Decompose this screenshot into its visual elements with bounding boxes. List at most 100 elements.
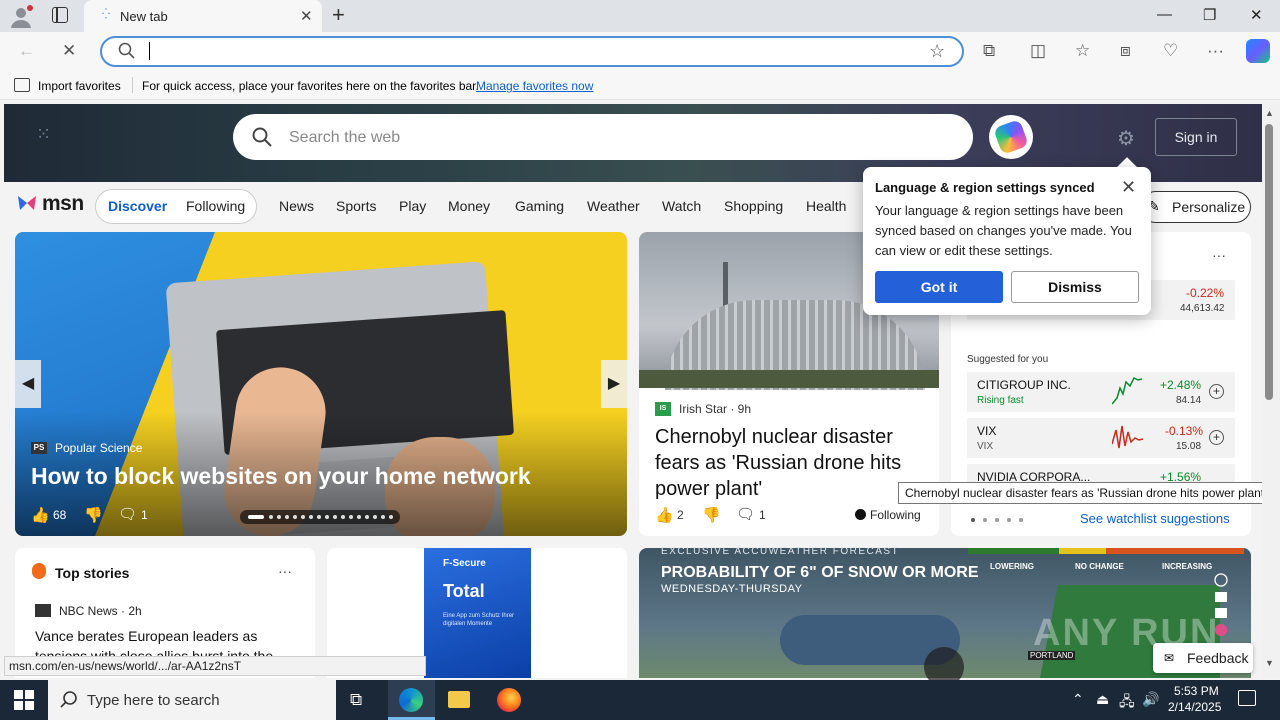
tab-actions-icon[interactable] <box>52 7 68 23</box>
task-view-icon[interactable]: ⧉ <box>350 690 362 710</box>
featured-source[interactable]: Popular Science <box>55 441 142 455</box>
watchlist-page-dot[interactable] <box>1007 518 1011 522</box>
carousel-dot-active[interactable] <box>248 515 264 519</box>
file-explorer-icon[interactable] <box>448 691 470 708</box>
favorites-icon[interactable]: ☆ <box>1075 41 1090 61</box>
status-url: msn.com/en-us/news/world/.../ar-AA1z2nsT <box>4 656 426 676</box>
extensions-icon[interactable]: ⧉ <box>983 41 995 61</box>
comment-icon[interactable]: 🗨 <box>118 505 137 523</box>
see-watchlist-suggestions-link[interactable]: See watchlist suggestions <box>1080 511 1230 526</box>
carousel-dot[interactable] <box>285 515 289 519</box>
carousel-dot[interactable] <box>293 515 297 519</box>
news-source[interactable]: Irish Star · 9h <box>679 402 751 416</box>
watchlist-page-dot[interactable] <box>995 518 999 522</box>
top-story-source[interactable]: NBC News · 2h <box>59 604 142 618</box>
msn-logo[interactable]: msn <box>42 192 84 216</box>
browser-essentials-icon[interactable]: ♡ <box>1163 41 1178 61</box>
import-favorites-button[interactable]: Import favorites <box>38 79 121 93</box>
favorite-star-icon[interactable]: ☆ <box>929 41 945 62</box>
nav-sports[interactable]: Sports <box>336 198 376 214</box>
carousel-next-button[interactable]: ▶ <box>601 360 627 408</box>
firefox-icon[interactable] <box>497 688 521 712</box>
carousel-dot[interactable] <box>341 515 345 519</box>
edge-icon <box>399 688 423 712</box>
got-it-button[interactable]: Got it <box>875 271 1003 303</box>
tray-chevron-icon[interactable]: ⌃ <box>1072 691 1084 708</box>
watchlist-page-dot[interactable] <box>983 518 987 522</box>
carousel-dot[interactable] <box>373 515 377 519</box>
carousel-dot[interactable] <box>349 515 353 519</box>
carousel-dot[interactable] <box>269 515 273 519</box>
notification-icon[interactable] <box>1238 690 1256 706</box>
scroll-up-icon[interactable]: ▲ <box>1265 108 1274 118</box>
carousel-prev-button[interactable]: ◀ <box>15 360 41 408</box>
split-screen-icon[interactable]: ◫ <box>1030 41 1046 61</box>
carousel-dot[interactable] <box>365 515 369 519</box>
more-menu-icon[interactable]: ··· <box>1207 41 1224 61</box>
network-icon[interactable]: 🖧 <box>1119 691 1135 715</box>
watchlist-page-dot[interactable] <box>1019 518 1023 522</box>
watchlist-page-dot[interactable] <box>971 518 975 522</box>
back-icon[interactable]: ← <box>18 41 35 61</box>
tab-following[interactable]: Following <box>186 198 245 214</box>
watch-sub: Rising fast <box>977 395 1024 406</box>
address-bar[interactable] <box>100 36 964 67</box>
carousel-dot[interactable] <box>309 515 313 519</box>
carousel-dot[interactable] <box>357 515 361 519</box>
tab-close-icon[interactable]: ✕ <box>300 7 313 25</box>
minimize-button[interactable]: — <box>1157 6 1172 23</box>
featured-story-card[interactable] <box>15 232 627 536</box>
profile-icon[interactable] <box>8 4 34 30</box>
copilot-icon[interactable] <box>1246 39 1270 63</box>
watchlist-more-icon[interactable]: ··· <box>1212 247 1226 263</box>
dislike-icon[interactable]: 👎 <box>84 506 103 524</box>
carousel-dot[interactable] <box>277 515 281 519</box>
comment-icon[interactable]: 🗨 <box>736 505 755 523</box>
popup-body: Your language & region settings have bee… <box>875 203 1132 258</box>
popup-close-icon[interactable]: ✕ <box>1121 177 1136 198</box>
dismiss-button[interactable]: Dismiss <box>1011 271 1139 303</box>
manage-favorites-link[interactable]: Manage favorites now <box>476 79 593 93</box>
carousel-dot[interactable] <box>389 515 393 519</box>
news-title[interactable]: Chernobyl nuclear disaster fears as 'Rus… <box>655 424 925 502</box>
clock-date[interactable]: 2/14/2025 <box>1168 700 1221 714</box>
nav-watch[interactable]: Watch <box>662 198 701 214</box>
top-stories-title: Top stories <box>55 565 130 581</box>
windows-start-icon[interactable] <box>14 690 34 710</box>
scrollbar-thumb[interactable] <box>1265 124 1273 400</box>
like-icon[interactable]: 👍 <box>31 506 50 524</box>
nav-play[interactable]: Play <box>399 198 426 214</box>
stop-icon[interactable]: ✕ <box>62 41 76 61</box>
top-stories-more-icon[interactable]: ··· <box>278 563 292 579</box>
add-to-watchlist-icon[interactable]: + <box>1209 430 1224 445</box>
watch-name: VIX <box>977 424 997 438</box>
collections-icon[interactable]: ⧈ <box>1120 41 1131 61</box>
nav-money[interactable]: Money <box>448 198 490 214</box>
clock-time[interactable]: 5:53 PM <box>1174 684 1219 698</box>
nav-news[interactable]: News <box>279 198 314 214</box>
carousel-dot[interactable] <box>301 515 305 519</box>
nav-shopping[interactable]: Shopping <box>724 198 783 214</box>
nav-gaming[interactable]: Gaming <box>515 198 564 214</box>
new-tab-button[interactable]: + <box>332 4 345 26</box>
add-to-watchlist-icon[interactable]: + <box>1209 384 1224 399</box>
nav-weather[interactable]: Weather <box>587 198 640 214</box>
sign-in-button[interactable]: Sign in <box>1155 118 1237 156</box>
scroll-down-icon[interactable]: ▼ <box>1265 658 1274 668</box>
volume-icon[interactable]: 🔊 <box>1142 691 1159 708</box>
settings-gear-icon[interactable]: ⚙ <box>1117 126 1135 151</box>
following-button[interactable]: Following <box>870 508 921 522</box>
carousel-dot[interactable] <box>325 515 329 519</box>
restore-button[interactable]: ❐ <box>1203 6 1216 24</box>
carousel-dot[interactable] <box>317 515 321 519</box>
usb-icon[interactable]: ⏏ <box>1096 691 1109 708</box>
tab-discover[interactable]: Discover <box>108 198 167 214</box>
dislike-icon[interactable]: 👎 <box>702 506 721 524</box>
carousel-dot[interactable] <box>381 515 385 519</box>
like-icon[interactable]: 👍 <box>655 506 674 524</box>
carousel-dot[interactable] <box>333 515 337 519</box>
close-window-button[interactable]: ✕ <box>1250 6 1263 24</box>
nav-health[interactable]: Health <box>806 198 846 214</box>
featured-title[interactable]: How to block websites on your home netwo… <box>31 463 531 490</box>
app-launcher-icon[interactable]: ⁙ <box>36 124 58 146</box>
